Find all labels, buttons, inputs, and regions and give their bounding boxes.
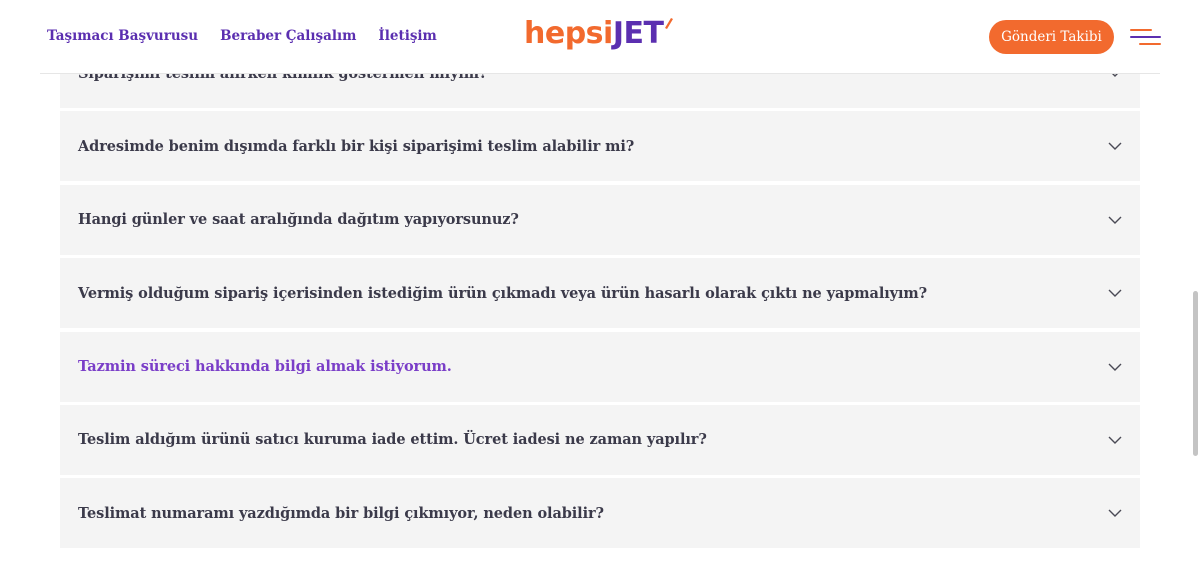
chevron-down-icon[interactable] — [1107, 432, 1123, 448]
faq-item[interactable]: Hangi günler ve saat aralığında dağıtım … — [60, 184, 1140, 255]
chevron-down-icon[interactable] — [1107, 285, 1123, 301]
faq-item[interactable]: Vermiş olduğum sipariş içerisinden isted… — [60, 258, 1140, 329]
faq-item[interactable]: Adresimde benim dışımda farklı bir kişi … — [60, 111, 1140, 182]
hamburger-menu-icon[interactable] — [1130, 27, 1161, 47]
faq-item[interactable]: Teslimat numaramı yazdığımda bir bilgi ç… — [60, 478, 1140, 549]
site-header: Taşımacı Başvurusu Beraber Çalışalım İle… — [0, 0, 1200, 74]
logo-text-hepsi: hepsi — [524, 16, 613, 51]
shipment-tracking-button[interactable]: Gönderi Takibi — [989, 20, 1114, 54]
faq-item-active[interactable]: Tazmin süreci hakkında bilgi almak istiy… — [60, 331, 1140, 402]
faq-question: Tazmin süreci hakkında bilgi almak istiy… — [78, 358, 452, 376]
nav-link-carrier-application[interactable]: Taşımacı Başvurusu — [47, 28, 198, 44]
logo-text-jet: JET — [612, 16, 664, 51]
faq-question: Adresimde benim dışımda farklı bir kişi … — [78, 137, 635, 155]
faq-question: Teslim aldığım ürünü satıcı kuruma iade … — [78, 431, 707, 449]
nav-link-contact[interactable]: İletişim — [378, 28, 436, 44]
main-nav: Taşımacı Başvurusu Beraber Çalışalım İle… — [47, 28, 437, 44]
header-divider — [40, 73, 1160, 74]
page: Siparişimi teslim alırken kimlik gösterm… — [0, 0, 1200, 588]
chevron-down-icon[interactable] — [1107, 359, 1123, 375]
faq-item[interactable]: Teslim aldığım ürünü satıcı kuruma iade … — [60, 404, 1140, 475]
hepsijet-logo[interactable]: hepsi JET — [524, 14, 674, 54]
chevron-down-icon[interactable] — [1107, 138, 1123, 154]
faq-question: Hangi günler ve saat aralığında dağıtım … — [78, 211, 519, 229]
scrollbar-thumb[interactable] — [1193, 291, 1198, 456]
logo-accent-mark — [665, 18, 674, 29]
faq-list: Siparişimi teslim alırken kimlik gösterm… — [60, 38, 1140, 552]
faq-question: Vermiş olduğum sipariş içerisinden isted… — [78, 284, 928, 302]
faq-question: Teslimat numaramı yazdığımda bir bilgi ç… — [78, 504, 604, 522]
chevron-down-icon[interactable] — [1107, 505, 1123, 521]
nav-link-work-together[interactable]: Beraber Çalışalım — [220, 28, 356, 44]
chevron-down-icon[interactable] — [1107, 212, 1123, 228]
